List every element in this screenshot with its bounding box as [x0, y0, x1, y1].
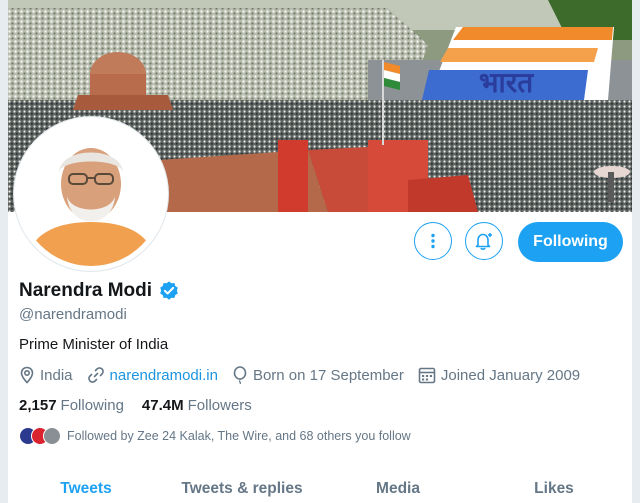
website-link[interactable]: narendramodi.in — [110, 367, 218, 384]
banner-text: भारत — [479, 66, 534, 99]
website-item[interactable]: narendramodi.in — [87, 366, 218, 384]
tab-likes[interactable]: Likes — [476, 470, 632, 503]
more-options-icon — [431, 233, 435, 249]
following-count: 2,157 — [19, 397, 57, 414]
verified-badge-icon — [160, 281, 178, 300]
following-label: Following — [60, 397, 124, 414]
tab-tweets-replies[interactable]: Tweets & replies — [164, 470, 320, 503]
followed-by-text: Followed by Zee 24 Kalak, The Wire, and … — [67, 429, 411, 443]
profile-name: Narendra Modi — [19, 280, 153, 301]
birthday-text: Born on 17 September — [252, 366, 404, 384]
link-icon — [87, 367, 104, 383]
profile-card: भारत Following Narendra Modi @narendramo… — [8, 0, 632, 503]
more-options-button[interactable] — [414, 222, 452, 260]
joined-text: Joined January 2009 — [440, 366, 581, 384]
followers-count: 47.4M — [141, 397, 184, 414]
avatar-image — [19, 122, 163, 266]
name-row: Narendra Modi — [19, 280, 180, 302]
followed-by-avatars — [19, 427, 61, 445]
tab-tweets[interactable]: Tweets — [8, 470, 164, 503]
profile-handle: @narendramodi — [19, 306, 127, 323]
balloon-icon — [233, 366, 247, 384]
tab-media[interactable]: Media — [320, 470, 476, 503]
following-stat[interactable]: 2,157 Following — [19, 397, 124, 414]
notifications-button[interactable] — [465, 222, 503, 260]
followers-stat[interactable]: 47.4M Followers — [142, 397, 252, 414]
location-pin-icon — [20, 366, 34, 384]
calendar-icon — [418, 367, 436, 384]
profile-meta: India narendramodi.in Born on 17 Septemb… — [19, 366, 594, 384]
location-item: India — [19, 366, 73, 384]
birthday-item: Born on 17 September — [232, 366, 404, 384]
profile-avatar[interactable] — [14, 117, 168, 271]
notification-bell-icon — [475, 233, 492, 250]
following-button[interactable]: Following — [518, 222, 623, 262]
location-text: India — [40, 366, 73, 384]
profile-tabs: Tweets Tweets & replies Media Likes — [8, 470, 632, 503]
profile-stats: 2,157 Following 47.4M Followers — [19, 397, 270, 414]
follower-avatar — [43, 427, 61, 445]
joined-item: Joined January 2009 — [418, 366, 580, 384]
followers-label: Followers — [187, 397, 252, 414]
followed-by-row[interactable]: Followed by Zee 24 Kalak, The Wire, and … — [19, 427, 411, 445]
profile-bio: Prime Minister of India — [19, 336, 169, 353]
